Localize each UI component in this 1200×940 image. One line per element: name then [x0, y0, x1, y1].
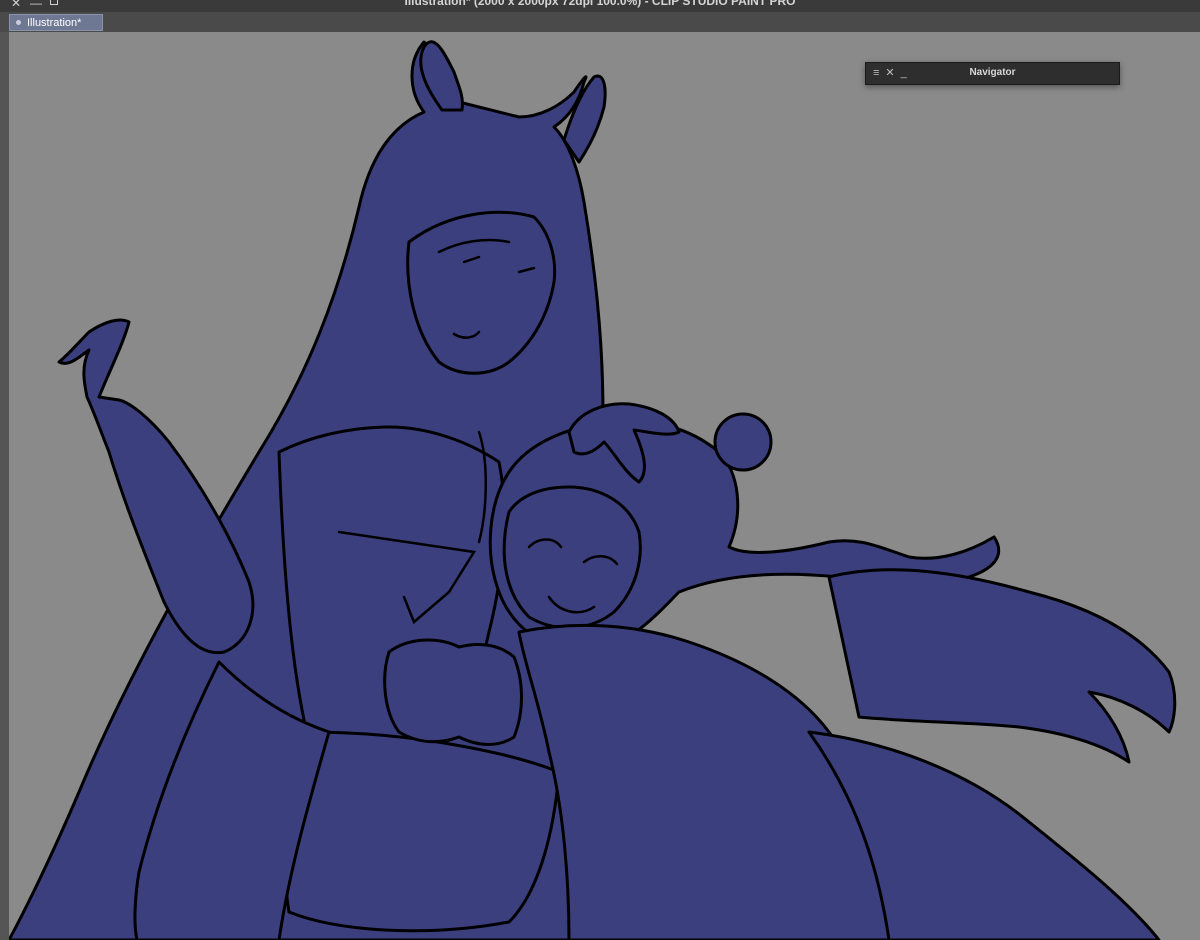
waist-bow [383, 638, 523, 746]
window-title: Illustration* (2000 x 2000px 72dpi 100.0… [404, 0, 796, 8]
tab-status-dot-icon [16, 20, 21, 25]
document-tab-label: Illustration* [27, 16, 82, 29]
tall-girl-raised-arm [57, 318, 255, 655]
tall-girl-right-horn [562, 74, 607, 164]
window-titlebar: ✕ — Illustration* (2000 x 2000px 72dpi 1… [0, 0, 1200, 12]
document-tab-bar: Illustration* [0, 12, 1200, 32]
drawing-canvas[interactable] [9, 32, 1200, 940]
tall-girl-skirt [283, 730, 561, 933]
canvas-artwork [9, 40, 1177, 940]
navigator-panel[interactable]: ≡ ✕ _ Navigator [865, 62, 1120, 85]
left-panel-edge [0, 32, 9, 940]
navigator-title: Navigator [969, 67, 1016, 78]
small-girl-hair-bun [713, 412, 773, 472]
document-tab-illustration[interactable]: Illustration* [9, 14, 103, 31]
small-girl-hair-flow [827, 568, 1177, 764]
small-girl-face [502, 485, 642, 630]
